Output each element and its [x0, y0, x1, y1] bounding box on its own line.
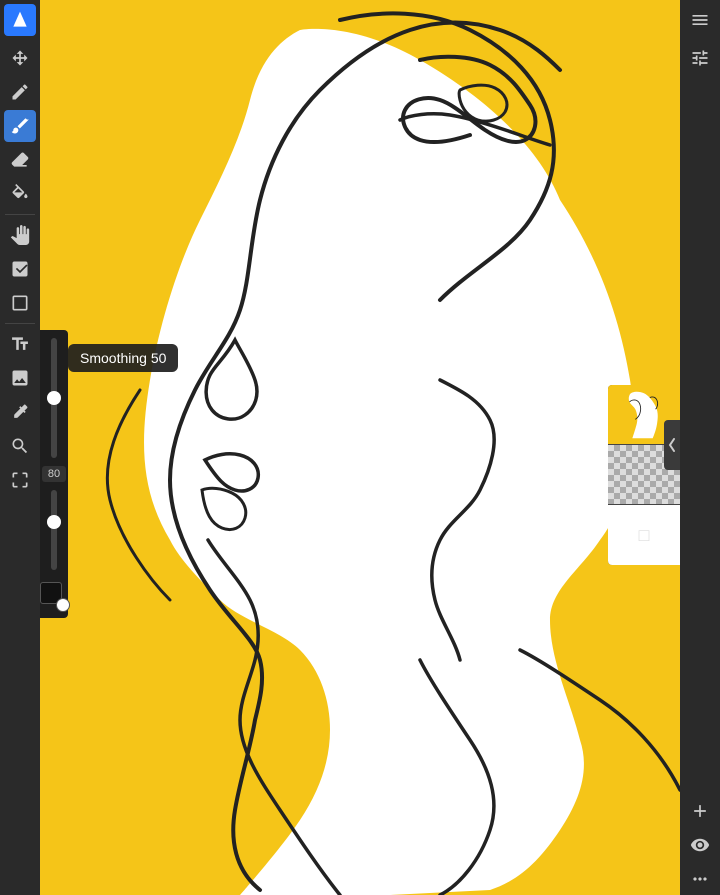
transform-tool[interactable]: [4, 253, 36, 285]
app-logo[interactable]: [4, 4, 36, 36]
pen-tool[interactable]: [4, 76, 36, 108]
eraser-tool[interactable]: [4, 144, 36, 176]
move-tool[interactable]: [4, 42, 36, 74]
pan-tool[interactable]: [4, 219, 36, 251]
canvas-area[interactable]: [40, 0, 680, 895]
divider1: [5, 214, 35, 215]
right-toolbar: [680, 0, 720, 895]
warp-tool[interactable]: [4, 464, 36, 496]
brush-tool[interactable]: [4, 110, 36, 142]
opacity-thumb[interactable]: [47, 391, 61, 405]
zoom-tool[interactable]: [4, 430, 36, 462]
fill-tool[interactable]: [4, 178, 36, 210]
size-slider[interactable]: [51, 490, 57, 570]
layer-item-3[interactable]: □: [608, 505, 680, 565]
more-options-icon[interactable]: [684, 863, 716, 895]
face-drawing: [40, 0, 680, 895]
size-thumb[interactable]: [47, 515, 61, 529]
shape-tool[interactable]: [4, 287, 36, 319]
layers-panel: □: [608, 385, 680, 565]
image-tool[interactable]: [4, 362, 36, 394]
brush-panel: 80: [40, 330, 68, 618]
opacity-slider[interactable]: [51, 338, 57, 458]
visibility-icon[interactable]: [684, 829, 716, 861]
layers-expand-button[interactable]: [664, 420, 680, 470]
left-toolbar: [0, 0, 40, 895]
divider2: [5, 323, 35, 324]
text-tool[interactable]: [4, 328, 36, 360]
secondary-color-swatch[interactable]: [56, 598, 70, 612]
settings-icon[interactable]: [684, 4, 716, 36]
add-layer-icon[interactable]: [684, 795, 716, 827]
layer-3-thumbnail: □: [608, 505, 680, 565]
brush-size-value: 80: [42, 466, 66, 482]
eyedropper-tool[interactable]: [4, 396, 36, 428]
adjust-icon[interactable]: [684, 42, 716, 74]
